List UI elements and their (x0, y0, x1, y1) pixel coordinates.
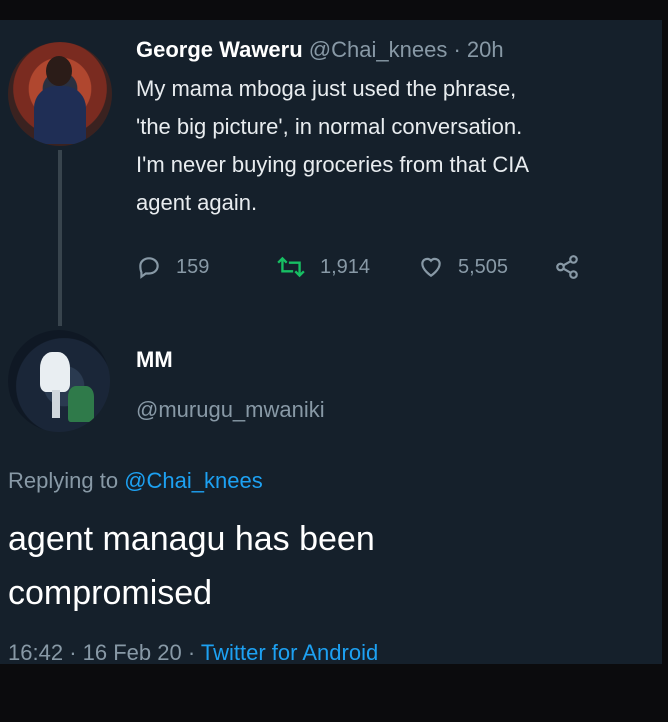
tweet-source[interactable]: Twitter for Android (201, 640, 378, 665)
avatar-figure-shape (40, 352, 70, 392)
tweet-date[interactable]: 16 Feb 20 (83, 640, 182, 665)
right-border (662, 0, 668, 722)
like-count: 5,505 (458, 255, 509, 278)
retweet-count: 1,914 (320, 255, 371, 278)
reply-author-handle[interactable]: @murugu_mwaniki (136, 396, 325, 424)
replying-to-prefix: Replying to (8, 468, 119, 493)
bottom-border (0, 664, 668, 722)
tweet-time[interactable]: 16:42 (8, 640, 63, 665)
share-button[interactable] (554, 252, 580, 282)
original-tweet-text: My mama mboga just used the phrase, 'the… (136, 76, 530, 215)
reply-tweet-text: agent managu has been compromised (8, 520, 375, 612)
original-tweet-header: George Waweru @Chai_knees · 20h (136, 35, 504, 65)
like-button[interactable]: 5,505 (418, 252, 508, 282)
thread-connector-line (58, 150, 62, 326)
heart-icon (421, 257, 441, 277)
avatar-plant-shape (68, 386, 94, 422)
reply-count: 159 (176, 255, 210, 278)
avatar-leg-shape (52, 390, 60, 418)
avatar-george[interactable] (8, 42, 112, 146)
share-icon (556, 255, 578, 279)
tweet-meta: 16:42 · 16 Feb 20 · Twitter for Android (8, 638, 378, 668)
author-handle[interactable]: @Chai_knees (309, 37, 448, 62)
meta-separator-2: · (187, 640, 196, 665)
reply-author-name[interactable]: MM (136, 346, 173, 374)
meta-separator-1: · (69, 640, 77, 665)
avatar-head-shape (46, 56, 72, 86)
avatar-mm[interactable] (8, 330, 110, 432)
replying-to-line: Replying to @Chai_knees (8, 466, 263, 496)
reply-icon (139, 257, 159, 279)
replying-to-mention[interactable]: @Chai_knees (124, 468, 263, 493)
retweet-icon (277, 256, 305, 278)
top-border (0, 0, 668, 20)
author-name[interactable]: George Waweru (136, 37, 303, 62)
retweet-button[interactable]: 1,914 (276, 252, 370, 282)
reply-button[interactable]: 159 (136, 252, 209, 282)
header-separator: · (453, 37, 461, 62)
avatar-body-shape (34, 86, 86, 144)
tweet-age[interactable]: 20h (467, 37, 504, 62)
